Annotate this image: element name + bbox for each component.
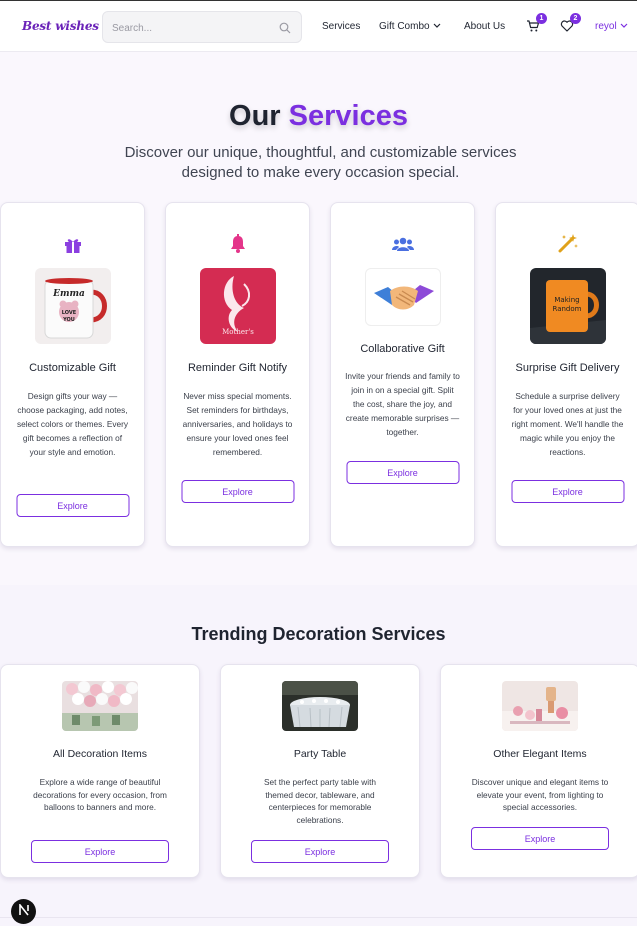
explore-button[interactable]: Explore (251, 840, 389, 863)
card-description: Discover unique and elegant items to ele… (471, 777, 609, 812)
reminder-gift-image: Mother's (199, 268, 276, 344)
service-card-customizable-gift: Emma LOVE YOU Customizable Gift Design g… (0, 202, 145, 547)
users-icon (391, 236, 414, 257)
services-heading-accent: Services (288, 100, 408, 132)
chevron-down-icon (433, 21, 441, 32)
services-heading: Our Services (0, 100, 637, 133)
trend-card-all-decoration-items: All Decoration Items Explore a wide rang… (0, 664, 200, 878)
decoration-items-image (62, 681, 138, 731)
search-input[interactable] (112, 20, 272, 36)
wishlist-count-badge: 2 (570, 13, 581, 24)
card-description: Schedule a surprise delivery for your lo… (511, 391, 624, 457)
card-description: Never miss special moments. Set reminder… (182, 391, 293, 457)
top-navbar: Best wishes Services Gift Combo About Us… (0, 0, 637, 52)
search-icon[interactable] (279, 21, 291, 39)
user-menu[interactable]: reyol (595, 21, 628, 32)
card-description: Design gifts your way — choose packaging… (16, 391, 129, 457)
services-subtitle: Discover our unique, thoughtful, and cus… (124, 144, 517, 181)
explore-button[interactable]: Explore (16, 494, 129, 517)
mug-random-text: Random (552, 305, 581, 313)
service-card-surprise-gift-delivery: Making Random Surprise Gift Delivery Sch… (495, 202, 637, 547)
customizable-gift-image: Emma LOVE YOU (34, 268, 111, 344)
cart-button[interactable]: 1 (526, 13, 547, 38)
cart-count-badge: 1 (536, 13, 547, 24)
elegant-items-image (502, 681, 578, 731)
mug-name-text: Emma (52, 289, 85, 299)
bell-icon (229, 234, 247, 259)
explore-button[interactable]: Explore (471, 827, 609, 850)
trend-card-party-table: Party Table Set the perfect party table … (220, 664, 420, 878)
surprise-gift-image: Making Random (529, 268, 606, 344)
nav-gift-combo-label: Gift Combo (379, 21, 430, 32)
card-title: Surprise Gift Delivery (515, 362, 620, 374)
nextjs-dev-button[interactable] (11, 899, 36, 924)
explore-button[interactable]: Explore (346, 461, 459, 484)
nav-about-us-label: About Us (464, 21, 506, 32)
services-heading-part1: Our (229, 100, 281, 132)
collaborative-gift-image (364, 268, 441, 326)
trending-heading: Trending Decoration Services (191, 624, 446, 644)
nav-services[interactable]: Services (322, 21, 360, 32)
card-title: All Decoration Items (53, 748, 147, 760)
card-description: Explore a wide range of beautiful decora… (33, 777, 167, 812)
mothers-day-text: Mother's (222, 328, 254, 336)
service-card-reminder-gift-notify: Mother's Reminder Gift Notify Never miss… (165, 202, 310, 547)
brand-logo[interactable]: Best wishes (22, 19, 99, 33)
card-title: Customizable Gift (29, 362, 116, 374)
search-box[interactable] (102, 11, 302, 43)
card-title: Reminder Gift Notify (187, 362, 288, 374)
wishlist-button[interactable]: 2 (560, 13, 581, 38)
card-description: Invite your friends and family to join i… (345, 371, 460, 437)
explore-button[interactable]: Explore (31, 840, 169, 863)
trend-card-other-elegant-items: Other Elegant Items Discover unique and … (440, 664, 637, 878)
card-title: Other Elegant Items (493, 748, 587, 760)
gift-icon (63, 236, 83, 259)
service-card-collaborative-gift: Collaborative Gift Invite your friends a… (330, 202, 475, 547)
divider (0, 917, 637, 918)
party-table-image (282, 681, 358, 731)
explore-button[interactable]: Explore (511, 480, 624, 503)
mug-making-text: Making (554, 296, 579, 304)
card-description: Set the perfect party table with themed … (263, 777, 377, 825)
nav-about-us[interactable]: About Us (464, 21, 505, 32)
user-name: reyol (595, 21, 617, 32)
nav-services-label: Services (322, 21, 361, 32)
card-title: Collaborative Gift (360, 343, 445, 355)
nav-gift-combo[interactable]: Gift Combo (379, 21, 441, 32)
mug-you-text: YOU (62, 317, 75, 323)
explore-button[interactable]: Explore (181, 480, 294, 503)
n-logo-icon (18, 902, 30, 921)
chevron-down-icon (620, 21, 628, 32)
magic-wand-icon (557, 233, 579, 258)
mug-love-text: LOVE (61, 310, 76, 316)
card-title: Party Table (293, 748, 347, 760)
